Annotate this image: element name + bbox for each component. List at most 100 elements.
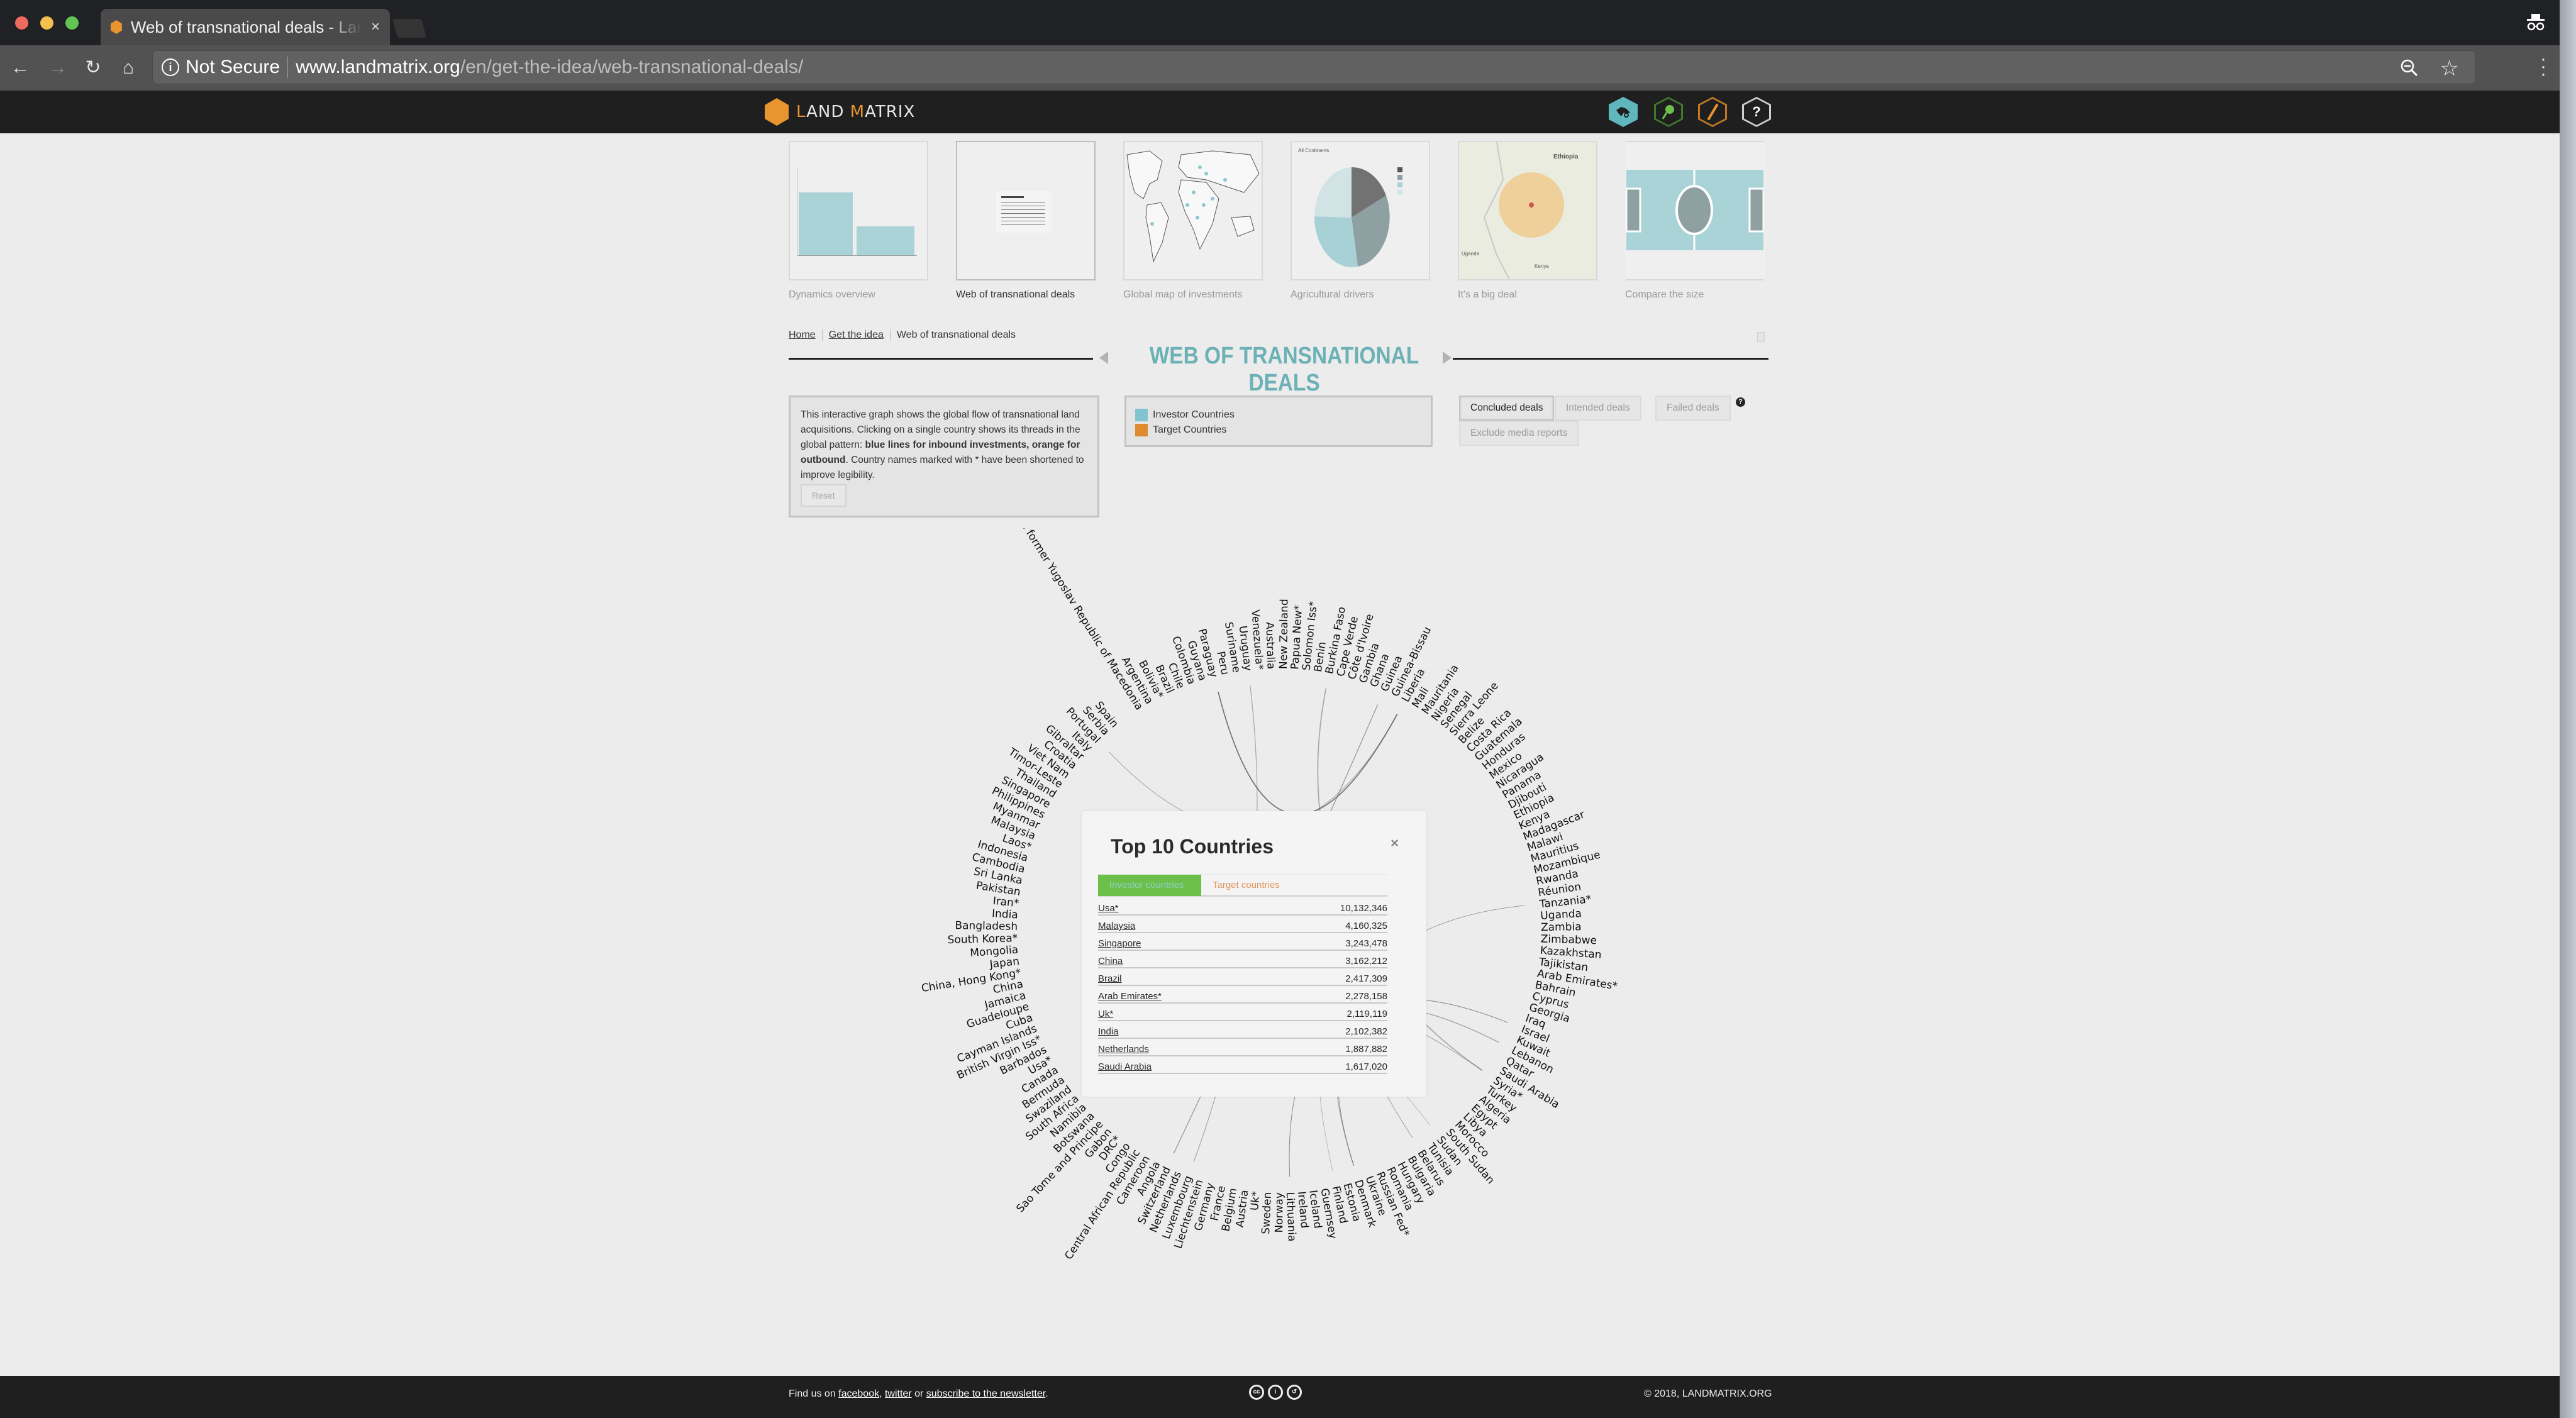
star-icon[interactable]: ☆ (2440, 56, 2459, 81)
logo-letter-m: M (850, 102, 865, 121)
new-tab-button[interactable] (392, 19, 427, 38)
browser-tab[interactable]: Web of transnational deals - Land Matrix… (101, 9, 390, 45)
thumb-bar-chart-image (789, 141, 928, 280)
country-label[interactable]: Uganda (1540, 907, 1582, 922)
thumb-global-map-of-investments[interactable]: Global map of investments (1123, 141, 1263, 301)
top10-value: 2,417,309 (1345, 973, 1387, 984)
zoom-out-icon[interactable] (2400, 58, 2419, 77)
thumb-its-a-big-deal[interactable]: Ethiopia Uganda Kenya It's a big deal (1458, 141, 1597, 301)
country-label[interactable]: The former Yugoslav Republic of Macedoni… (1011, 507, 1145, 712)
top10-row: Brazil 2,417,309 (1098, 968, 1387, 986)
twitter-link[interactable]: twitter (885, 1388, 912, 1399)
address-bar[interactable]: i Not Secure www.landmatrix.org /en/get-… (152, 50, 2476, 84)
top10-row: Netherlands 1,887,882 (1098, 1039, 1387, 1056)
newsletter-link[interactable]: subscribe to the newsletter (926, 1388, 1045, 1399)
country-label[interactable]: Australia (1263, 622, 1277, 670)
country-label[interactable]: Bangladesh (955, 919, 1018, 933)
top10-row: Arab Emirates* 2,278,158 (1098, 986, 1387, 1004)
thumb-agricultural-drivers[interactable]: All Continents Agricultural drivers (1291, 141, 1430, 301)
title-rule-right (1453, 358, 1768, 360)
footer-social: Find us on facebook, twitter or subscrib… (789, 1388, 1048, 1400)
thumb-dynamics-overview[interactable]: Dynamics overview (789, 141, 928, 301)
thumb-compare-the-size[interactable]: Compare the size (1625, 141, 1765, 301)
tab-investor-countries[interactable]: Investor countries (1098, 875, 1201, 896)
creative-commons-badges[interactable]: cc i ↺ (1249, 1385, 1302, 1400)
tab-title: Web of transnational deals - Land Matrix (130, 17, 362, 36)
intended-deals-toggle[interactable]: Intended deals (1555, 396, 1641, 421)
top10-title: Top 10 Countries (1111, 835, 1274, 858)
browser-window: Web of transnational deals - Land Matrix… (0, 0, 2560, 1418)
site-header: LAND MATRIX ? (0, 91, 2560, 133)
breadcrumb-home[interactable]: Home (789, 330, 816, 341)
top10-value: 2,278,158 (1345, 991, 1387, 1002)
thumb-map-label: Kenya (1535, 263, 1549, 269)
logo-cube-icon (765, 98, 789, 126)
previous-arrow-icon[interactable] (1099, 352, 1108, 364)
top10-popup: Top 10 Countries × Investor countries Ta… (1082, 811, 1426, 1097)
back-arrow-icon[interactable]: ← (9, 57, 31, 79)
facebook-link[interactable]: facebook (838, 1388, 879, 1399)
collapse-thumbnails-button[interactable] (1757, 332, 1765, 342)
top10-country-link[interactable]: India (1098, 1026, 1119, 1037)
filter-help-icon[interactable]: ? (1736, 397, 1745, 407)
top10-country-link[interactable]: Malaysia (1098, 921, 1135, 931)
thumb-pie-title: All Continents (1298, 148, 1329, 153)
help-glyph: ? (1752, 104, 1761, 119)
kebab-menu-icon[interactable]: · · · (2540, 50, 2547, 84)
window-close-button[interactable] (15, 16, 28, 30)
window-minimize-button[interactable] (40, 16, 53, 30)
country-label[interactable]: Central African Republic (1062, 1147, 1143, 1262)
logo-word-atrix: ATRIX (865, 102, 916, 121)
reset-button[interactable]: Reset (801, 484, 847, 507)
legend-swatch (1135, 424, 1148, 436)
exclude-media-reports-toggle[interactable]: Exclude media reports (1459, 421, 1579, 446)
title-row: WEB OF TRANSNATIONAL DEALS (789, 343, 1768, 396)
top10-value: 3,243,478 (1345, 938, 1387, 949)
top10-country-link[interactable]: Uk* (1098, 1009, 1113, 1019)
breadcrumb-separator (821, 330, 823, 341)
land-matrix-logo[interactable]: LAND MATRIX (765, 98, 915, 126)
forward-arrow-icon[interactable]: → (47, 57, 69, 79)
top10-row: Usa* 10,132,346 (1098, 898, 1387, 916)
globe-icon[interactable] (1609, 97, 1638, 127)
thumb-map-label: Ethiopia (1553, 153, 1579, 160)
tab-close-icon[interactable]: × (371, 18, 380, 36)
top10-tabs: Investor countries Target countries (1098, 874, 1387, 897)
home-icon[interactable]: ⌂ (117, 57, 140, 79)
concluded-deals-toggle[interactable]: Concluded deals (1459, 396, 1555, 421)
close-icon[interactable]: × (1391, 835, 1399, 851)
top10-country-link[interactable]: Brazil (1098, 973, 1122, 984)
top10-country-link[interactable]: Saudi Arabia (1098, 1061, 1152, 1072)
top10-value: 3,162,212 (1345, 956, 1387, 967)
thumb-web-of-transnational-deals[interactable]: Web of transnational deals (956, 141, 1096, 301)
top10-value: 4,160,325 (1345, 921, 1387, 931)
country-label[interactable]: Zambia (1541, 921, 1582, 934)
failed-deals-toggle[interactable]: Failed deals (1655, 396, 1731, 421)
reload-icon[interactable]: ↻ (82, 57, 104, 79)
country-label[interactable]: Norway (1273, 1192, 1285, 1233)
country-label[interactable]: South Korea* (947, 932, 1018, 946)
description-text: This interactive graph shows the global … (801, 407, 1087, 483)
thumb-map-label: Uganda (1462, 251, 1480, 257)
search-icon[interactable] (1654, 97, 1683, 127)
top10-country-link[interactable]: China (1098, 956, 1123, 967)
tab-target-countries[interactable]: Target countries (1201, 875, 1291, 896)
thumb-label: Dynamics overview (789, 289, 875, 300)
top10-country-link[interactable]: Usa* (1098, 903, 1119, 914)
logo-text: LAND MATRIX (796, 102, 915, 121)
top10-country-link[interactable]: Arab Emirates* (1098, 991, 1162, 1002)
help-icon[interactable]: ? (1742, 97, 1771, 127)
security-status[interactable]: Not Secure (186, 57, 280, 78)
breadcrumb-get-the-idea[interactable]: Get the idea (829, 330, 884, 341)
top10-value: 2,119,119 (1346, 1009, 1387, 1019)
window-maximize-button[interactable] (65, 16, 79, 30)
pencil-icon[interactable] (1698, 97, 1727, 127)
top10-country-link[interactable]: Singapore (1098, 938, 1141, 949)
info-icon[interactable]: i (162, 58, 179, 76)
next-arrow-icon[interactable] (1443, 352, 1452, 364)
top10-country-link[interactable]: Netherlands (1098, 1044, 1149, 1055)
browser-toolbar: ← → ↻ ⌂ i Not Secure www.landmatrix.org … (0, 45, 2560, 91)
url-host[interactable]: www.landmatrix.org (296, 57, 460, 78)
incognito-icon[interactable] (2524, 11, 2547, 34)
url-path[interactable]: /en/get-the-idea/web-transnational-deals… (460, 57, 803, 78)
